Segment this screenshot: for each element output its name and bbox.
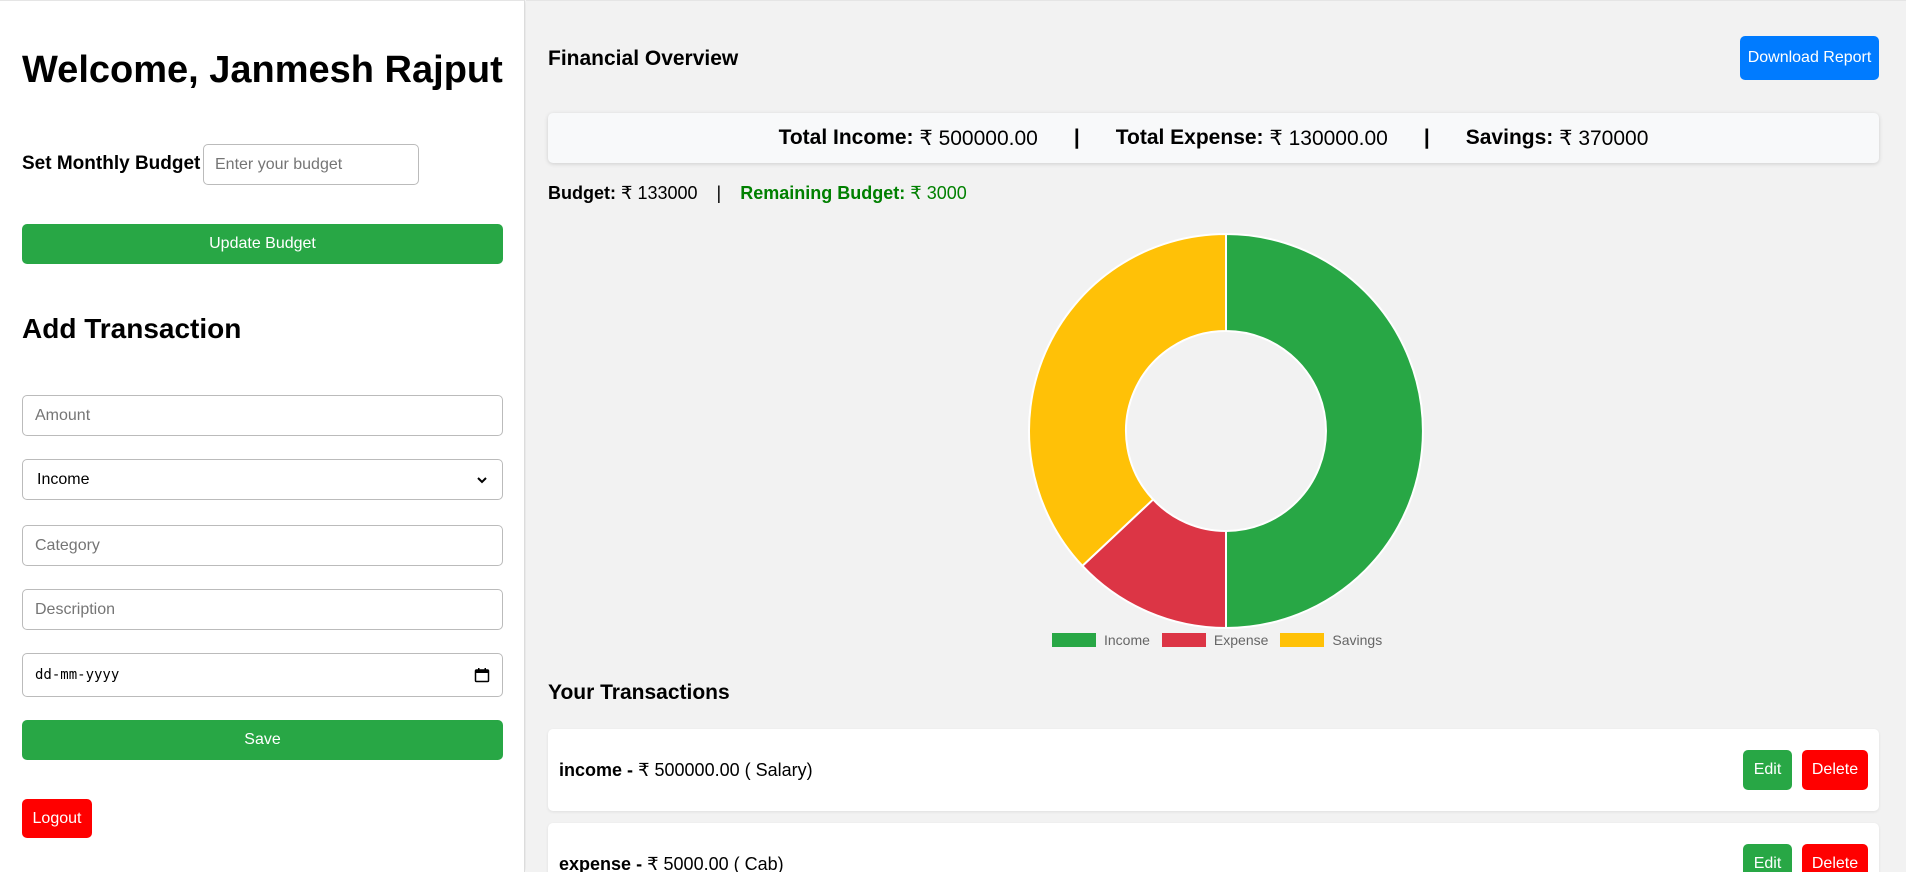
amount-placeholder: Amount [35,406,91,424]
transaction-actions: Edit Delete [1743,844,1868,872]
total-income-value: ₹ 500000.00 [919,126,1038,150]
legend-swatch [1052,633,1096,647]
budget-label: Set Monthly Budget [22,153,201,174]
budget-label: Budget: [548,183,616,203]
transaction-type-value: Income [37,470,90,488]
edit-button[interactable]: Edit [1743,750,1792,790]
budget-line: Budget: ₹ 133000 | Remaining Budget: ₹ 3… [548,183,967,204]
remaining-budget: Remaining Budget: ₹ 3000 [740,183,967,203]
chart-legend: Income Expense Savings [1052,631,1432,649]
legend-label: Expense [1213,632,1269,648]
welcome-heading: Welcome, Janmesh Rajput [22,49,503,91]
savings-label: Savings: [1465,126,1554,149]
legend-item-expense[interactable]: Expense [1161,632,1269,648]
remaining-budget-value: ₹ 3000 [910,183,967,203]
summary-separator: | [1423,126,1430,149]
sidebar-panel: Welcome, Janmesh Rajput Set Monthly Budg… [0,0,525,872]
transaction-category: ( Salary) [744,759,813,780]
legend-label: Income [1104,632,1150,648]
transaction-type: expense [559,853,632,872]
save-button[interactable]: Save [22,720,503,760]
savings-value: ₹ 370000 [1559,126,1649,150]
transaction-dash: - [636,853,643,872]
delete-button[interactable]: Delete [1802,750,1868,790]
budget-separator: | [716,183,722,203]
amount-input[interactable]: Amount [22,395,503,436]
legend-item-income[interactable]: Income [1052,632,1150,648]
transaction-dash: - [627,759,634,780]
transaction-type-select[interactable]: Income [22,459,503,500]
legend-swatch [1161,633,1206,647]
logout-button[interactable]: Logout [22,799,92,838]
calendar-icon[interactable] [474,667,490,683]
download-report-button[interactable]: Download Report [1740,36,1879,80]
transaction-amount: ₹ 5000.00 [647,853,729,872]
category-placeholder: Category [35,536,100,554]
edit-button[interactable]: Edit [1743,844,1792,872]
transaction-amount: ₹ 500000.00 [638,759,740,780]
date-placeholder: dd-mm-yyyy [35,667,120,683]
legend-label: Savings [1332,632,1383,648]
description-input[interactable]: Description [22,589,503,630]
total-expense-label: Total Expense: [1115,126,1264,149]
transaction-actions: Edit Delete [1743,750,1868,790]
summary-separator: | [1073,126,1080,149]
transaction-text: income - ₹ 500000.00 ( Salary) [559,760,813,781]
total-income-label: Total Income: [778,126,914,149]
chevron-down-icon [477,476,487,483]
budget-input[interactable] [203,144,419,185]
budget-value: ₹ 133000 [621,183,698,203]
transactions-title: Your Transactions [548,681,730,704]
donut-slice-income[interactable] [1225,232,1424,630]
description-placeholder: Description [35,600,116,618]
transaction-row: expense - ₹ 5000.00 ( Cab) Edit Delete [548,823,1879,872]
transaction-text: expense - ₹ 5000.00 ( Cab) [559,854,784,872]
total-expense-value: ₹ 130000.00 [1269,126,1388,150]
add-transaction-heading: Add Transaction [22,313,242,344]
legend-item-savings[interactable]: Savings [1280,632,1382,648]
date-input[interactable]: dd-mm-yyyy [22,653,503,697]
financial-donut-chart [1028,232,1424,630]
delete-button[interactable]: Delete [1802,844,1868,872]
main-panel: Financial Overview Download Report Total… [526,0,1906,872]
legend-swatch [1280,633,1325,647]
category-input[interactable]: Category [22,525,503,566]
donut-slice-savings[interactable] [1028,232,1227,568]
update-budget-button[interactable]: Update Budget [22,224,503,264]
financial-overview-title: Financial Overview [548,47,739,70]
transaction-row: income - ₹ 500000.00 ( Salary) Edit Dele… [548,729,1879,811]
transaction-type: income [559,759,623,780]
transaction-category: ( Cab) [733,853,784,872]
remaining-budget-label: Remaining Budget: [740,183,906,203]
summary-bar: Total Income: ₹ 500000.00 | Total Expens… [548,113,1879,163]
